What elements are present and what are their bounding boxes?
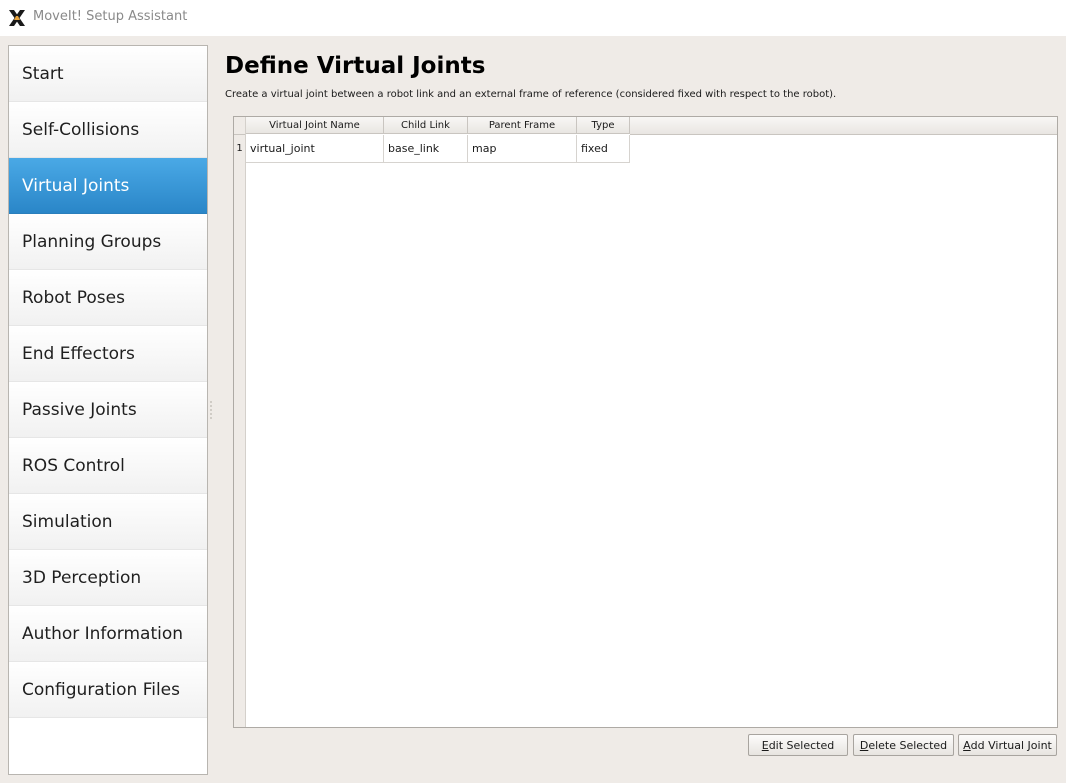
column-header-virtual-joint-name[interactable]: Virtual Joint Name: [246, 117, 384, 134]
x-logo-icon: [9, 10, 25, 26]
sidebar-item-label: Passive Joints: [22, 399, 137, 420]
column-header-type[interactable]: Type: [577, 117, 630, 134]
column-header-parent-frame[interactable]: Parent Frame: [468, 117, 577, 134]
table-cell-type[interactable]: fixed: [577, 135, 630, 163]
button-label: dd Virtual Joint: [970, 738, 1052, 752]
delete-selected-button[interactable]: Delete Selected: [853, 734, 954, 756]
page-description: Create a virtual joint between a robot l…: [225, 89, 837, 100]
title-bar: MoveIt! Setup Assistant: [0, 0, 1066, 36]
sidebar-item-label: 3D Perception: [22, 567, 142, 588]
edit-selected-button[interactable]: Edit Selected: [748, 734, 848, 756]
sidebar-item-robot-poses[interactable]: Robot Poses: [9, 270, 207, 326]
mnemonic-letter: E: [761, 738, 769, 752]
sidebar: Start Self-Collisions Virtual Joints Pla…: [8, 45, 208, 775]
sidebar-item-label: Self-Collisions: [22, 119, 140, 140]
table-cell-child-link[interactable]: base_link: [384, 135, 468, 163]
sidebar-item-author-information[interactable]: Author Information: [9, 606, 207, 662]
page-title: Define Virtual Joints: [225, 53, 486, 79]
row-number[interactable]: 1: [234, 135, 245, 162]
sidebar-item-simulation[interactable]: Simulation: [9, 494, 207, 550]
sidebar-item-start[interactable]: Start: [9, 46, 207, 102]
sidebar-item-self-collisions[interactable]: Self-Collisions: [9, 102, 207, 158]
button-label: elete Selected: [868, 738, 948, 752]
sidebar-item-label: Planning Groups: [22, 231, 162, 252]
table-cell-parent-frame[interactable]: map: [468, 135, 577, 163]
sidebar-item-3d-perception[interactable]: 3D Perception: [9, 550, 207, 606]
splitter-handle[interactable]: [210, 400, 212, 420]
sidebar-item-ros-control[interactable]: ROS Control: [9, 438, 207, 494]
sidebar-item-label: Robot Poses: [22, 287, 125, 308]
table-cell-joint-name[interactable]: virtual_joint: [246, 135, 384, 163]
column-header-child-link[interactable]: Child Link: [384, 117, 468, 134]
button-label: dit Selected: [768, 738, 835, 752]
sidebar-item-label: End Effectors: [22, 343, 135, 364]
mnemonic-letter: A: [963, 738, 971, 752]
sidebar-item-label: Virtual Joints: [22, 175, 130, 196]
sidebar-item-label: Simulation: [22, 511, 113, 532]
sidebar-item-label: Start: [22, 63, 64, 84]
sidebar-item-label: Author Information: [22, 623, 184, 644]
sidebar-item-configuration-files[interactable]: Configuration Files: [9, 662, 207, 718]
sidebar-item-end-effectors[interactable]: End Effectors: [9, 326, 207, 382]
row-header-gutter: [234, 117, 246, 727]
sidebar-item-virtual-joints[interactable]: Virtual Joints: [9, 158, 207, 214]
table-corner-button[interactable]: [234, 117, 245, 135]
main-window: Start Self-Collisions Virtual Joints Pla…: [0, 36, 1066, 783]
header-filler: [630, 117, 1057, 135]
virtual-joints-table[interactable]: Virtual Joint Name Child Link Parent Fra…: [233, 116, 1058, 728]
sidebar-item-planning-groups[interactable]: Planning Groups: [9, 214, 207, 270]
mnemonic-letter: D: [859, 738, 869, 752]
sidebar-item-label: Configuration Files: [22, 679, 180, 700]
sidebar-item-label: ROS Control: [22, 455, 125, 476]
window-title: MoveIt! Setup Assistant: [33, 9, 188, 24]
add-virtual-joint-button[interactable]: Add Virtual Joint: [958, 734, 1057, 756]
sidebar-item-passive-joints[interactable]: Passive Joints: [9, 382, 207, 438]
